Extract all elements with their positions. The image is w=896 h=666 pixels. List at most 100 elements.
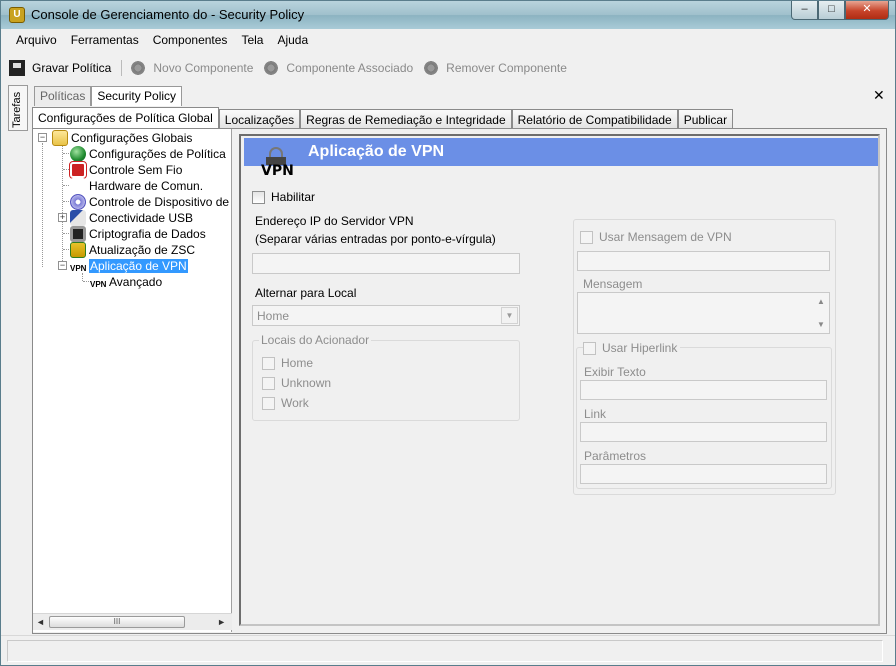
minimize-button[interactable]: – bbox=[791, 1, 818, 20]
new-component-button[interactable]: Novo Componente bbox=[130, 60, 253, 76]
tree-horizontal-scrollbar[interactable]: ◄ III ► bbox=[33, 613, 232, 630]
tree-item-data-encryption[interactable]: Criptografia de Dados bbox=[70, 226, 206, 242]
tasks-side-tab[interactable]: Tarefas bbox=[8, 85, 28, 131]
new-component-label: Novo Componente bbox=[153, 61, 254, 75]
enable-checkbox[interactable]: Habilitar bbox=[252, 190, 315, 204]
parameters-label: Parâmetros bbox=[584, 449, 647, 463]
vpn-server-hint: (Separar várias entradas por ponto-e-vír… bbox=[255, 232, 496, 246]
use-vpn-message-checkbox[interactable]: Usar Mensagem de VPN bbox=[580, 230, 732, 244]
tree-item-wireless-control[interactable]: Controle Sem Fio bbox=[69, 161, 182, 179]
menu-componentes[interactable]: Componentes bbox=[146, 31, 235, 51]
trigger-unknown-checkbox[interactable]: Unknown bbox=[262, 376, 331, 390]
save-policy-label: Gravar Política bbox=[32, 61, 112, 75]
maximize-button[interactable]: □ bbox=[818, 1, 845, 20]
tab-policies[interactable]: Políticas bbox=[34, 86, 92, 106]
link-input[interactable] bbox=[580, 422, 827, 442]
menu-arquivo[interactable]: Arquivo bbox=[9, 31, 64, 51]
component-icon bbox=[130, 60, 147, 76]
trigger-unknown-label: Unknown bbox=[281, 376, 332, 390]
tab-remediation-rules[interactable]: Regras de Remediação e Integridade bbox=[300, 109, 512, 129]
tree-collapse-toggle[interactable]: − bbox=[58, 261, 67, 270]
tree-item-label: Configurações de Política bbox=[89, 147, 226, 161]
tree-guide bbox=[42, 143, 43, 267]
tree-item-label: Hardware de Comun. bbox=[89, 179, 204, 193]
tree-collapse-toggle[interactable]: − bbox=[38, 133, 47, 142]
vpn-icon-text: VPN bbox=[261, 163, 294, 179]
tree-item-advanced[interactable]: VPN Avançado bbox=[90, 274, 162, 290]
window-title: Console de Gerenciamento do - Security P… bbox=[31, 7, 305, 22]
associated-component-button[interactable]: Componente Associado bbox=[263, 60, 413, 76]
tree-item-zsc-update[interactable]: Atualização de ZSC bbox=[70, 242, 195, 258]
tab-global-policy-settings[interactable]: Configurações de Política Global bbox=[32, 107, 219, 129]
status-bar bbox=[1, 635, 895, 665]
tree-item-vpn-enforcement[interactable]: VPN Aplicação de VPN bbox=[70, 258, 188, 274]
close-icon[interactable]: ✕ bbox=[873, 87, 885, 104]
tree-item-global-settings[interactable]: Configurações Globais bbox=[52, 130, 192, 146]
display-text-input[interactable] bbox=[580, 380, 827, 400]
policy-tabs: Configurações de Política Global Localiz… bbox=[32, 107, 734, 129]
tree-item-storage-device-control[interactable]: Controle de Dispositivo de bbox=[70, 194, 229, 210]
vpn-lock-icon: VPN bbox=[261, 147, 295, 181]
vpn-server-input[interactable] bbox=[252, 253, 520, 274]
scroll-up-icon[interactable]: ▲ bbox=[817, 297, 825, 306]
tab-security-policy[interactable]: Security Policy bbox=[91, 86, 183, 106]
tab-locations[interactable]: Localizações bbox=[218, 109, 301, 129]
message-textarea[interactable]: ▲ ▼ bbox=[577, 292, 830, 334]
switch-location-select[interactable]: Home ▼ bbox=[252, 305, 520, 326]
tab-publish[interactable]: Publicar bbox=[677, 109, 734, 129]
toolbar: Gravar Política Novo Componente Componen… bbox=[9, 57, 577, 79]
scroll-down-icon[interactable]: ▼ bbox=[817, 320, 825, 329]
tree-expand-toggle[interactable]: + bbox=[58, 213, 67, 222]
hardware-icon bbox=[70, 178, 86, 194]
enable-label: Habilitar bbox=[271, 190, 316, 204]
menu-ajuda[interactable]: Ajuda bbox=[270, 31, 315, 51]
disc-icon bbox=[70, 194, 86, 210]
app-icon: U bbox=[9, 7, 25, 23]
tree-item-usb-connectivity[interactable]: Conectividade USB bbox=[70, 210, 193, 226]
checkbox-box[interactable] bbox=[583, 341, 596, 355]
tree-item-policy-settings[interactable]: Configurações de Política bbox=[70, 146, 226, 162]
checkbox-box[interactable] bbox=[580, 230, 593, 244]
vpn-message-title-input[interactable] bbox=[577, 251, 830, 271]
component-icon bbox=[423, 60, 440, 76]
trigger-home-label: Home bbox=[281, 356, 314, 370]
tree-item-label: Aplicação de VPN bbox=[89, 259, 188, 273]
trigger-work-checkbox[interactable]: Work bbox=[262, 396, 309, 410]
checkbox-box[interactable] bbox=[262, 376, 275, 390]
tree-item-label: Conectividade USB bbox=[89, 211, 194, 225]
title-bar[interactable]: U Console de Gerenciamento do - Security… bbox=[1, 1, 895, 29]
scroll-left-icon[interactable]: ◄ bbox=[36, 617, 45, 627]
toolbar-separator bbox=[121, 60, 123, 76]
vpn-icon: VPN bbox=[90, 280, 107, 289]
update-icon bbox=[70, 242, 86, 258]
tab-compliance-report[interactable]: Relatório de Compatibilidade bbox=[511, 109, 678, 129]
detail-header-title: Aplicação de VPN bbox=[308, 143, 445, 160]
scrollbar-thumb[interactable]: III bbox=[49, 616, 185, 628]
parameters-input[interactable] bbox=[580, 464, 827, 484]
remove-component-button[interactable]: Remover Componente bbox=[423, 60, 567, 76]
close-button[interactable]: ✕ bbox=[845, 1, 889, 20]
checkbox-box[interactable] bbox=[262, 356, 275, 370]
trigger-home-checkbox[interactable]: Home bbox=[262, 356, 313, 370]
tree-guide bbox=[62, 145, 63, 265]
menu-ferramentas[interactable]: Ferramentas bbox=[64, 31, 146, 51]
folder-icon bbox=[52, 130, 68, 146]
chevron-down-icon[interactable]: ▼ bbox=[501, 307, 518, 324]
display-text-label: Exibir Texto bbox=[584, 365, 646, 379]
globe-icon bbox=[70, 146, 86, 162]
use-hyperlink-checkbox[interactable]: Usar Hiperlink bbox=[583, 341, 681, 355]
associated-component-label: Componente Associado bbox=[286, 61, 414, 75]
usb-icon bbox=[70, 210, 86, 226]
link-label: Link bbox=[584, 407, 607, 421]
pane-splitter[interactable] bbox=[232, 129, 237, 632]
wireless-icon bbox=[69, 161, 87, 179]
trigger-work-label: Work bbox=[281, 396, 309, 410]
scroll-right-icon[interactable]: ► bbox=[217, 617, 226, 627]
checkbox-box[interactable] bbox=[252, 190, 265, 204]
checkbox-box[interactable] bbox=[262, 396, 275, 410]
menu-tela[interactable]: Tela bbox=[234, 31, 270, 51]
menu-bar: Arquivo Ferramentas Componentes Tela Aju… bbox=[9, 31, 315, 51]
tree-item-comm-hardware[interactable]: Hardware de Comun. bbox=[70, 178, 203, 194]
textarea-scrollbar[interactable]: ▲ ▼ bbox=[814, 294, 828, 332]
save-policy-button[interactable]: Gravar Política bbox=[9, 60, 111, 76]
